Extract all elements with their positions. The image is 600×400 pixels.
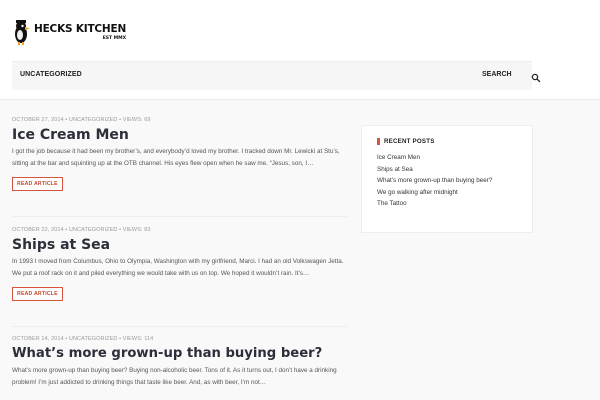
logo-text: HECKS KITCHEN EST MMX: [34, 23, 126, 42]
post-meta: OCTOBER 27, 2014 • UNCATEGORIZED • VIEWS…: [12, 117, 151, 123]
search-icon[interactable]: [531, 70, 541, 83]
nav-item-uncategorized[interactable]: UNCATEGORIZED: [20, 71, 82, 78]
post-item: OCTOBER 27, 2014 • UNCATEGORIZED • VIEWS…: [12, 117, 347, 191]
post-separator: [12, 216, 347, 217]
logo-subtitle: EST MMX: [102, 35, 127, 41]
widget-title-text: RECENT POSTS: [384, 138, 435, 145]
recent-post-link[interactable]: What’s more grown-up than buying beer?: [377, 177, 492, 184]
recent-post-link[interactable]: Ships at Sea: [377, 166, 492, 173]
post-excerpt: In 1993 I moved from Columbus, Ohio to O…: [12, 258, 344, 277]
read-article-button[interactable]: READ ARTICLE: [12, 287, 63, 301]
logo-title: HECKS KITCHEN: [34, 22, 127, 35]
post-separator: [12, 326, 347, 327]
header-divider: [0, 99, 600, 100]
read-article-button[interactable]: READ ARTICLE: [12, 177, 63, 191]
recent-post-link[interactable]: The Tattoo: [377, 200, 492, 207]
site-header: HECKS KITCHEN EST MMX UNCATEGORIZED SEAR…: [0, 0, 600, 100]
search-toggle-label[interactable]: SEARCH: [482, 71, 512, 78]
post-excerpt: I got the job because it had been my bro…: [12, 148, 340, 167]
post-title[interactable]: Ice Cream Men: [12, 126, 347, 144]
recent-posts-list: Ice Cream Men Ships at Sea What’s more g…: [377, 154, 492, 212]
post-meta: OCTOBER 14, 2014 • UNCATEGORIZED • VIEWS…: [12, 336, 154, 342]
main-navbar: UNCATEGORIZED SEARCH: [12, 61, 541, 90]
recent-post-link[interactable]: We go walking after midnight: [377, 189, 492, 196]
post-meta: OCTOBER 22, 2014 • UNCATEGORIZED • VIEWS…: [12, 227, 151, 233]
post-excerpt: What’s more grown-up than buying beer? B…: [12, 367, 337, 386]
post-item: OCTOBER 14, 2014 • UNCATEGORIZED • VIEWS…: [12, 336, 347, 388]
site-logo[interactable]: HECKS KITCHEN EST MMX: [12, 18, 126, 46]
post-title[interactable]: What’s more grown-up than buying beer?: [12, 345, 347, 363]
post-title[interactable]: Ships at Sea: [12, 236, 347, 254]
recent-post-link[interactable]: Ice Cream Men: [377, 154, 492, 161]
post-item: OCTOBER 22, 2014 • UNCATEGORIZED • VIEWS…: [12, 227, 347, 301]
bird-icon: [12, 19, 30, 45]
widget-accent-bar: [377, 138, 380, 145]
widget-title: RECENT POSTS: [377, 138, 435, 145]
recent-posts-widget: RECENT POSTS Ice Cream Men Ships at Sea …: [361, 125, 533, 233]
